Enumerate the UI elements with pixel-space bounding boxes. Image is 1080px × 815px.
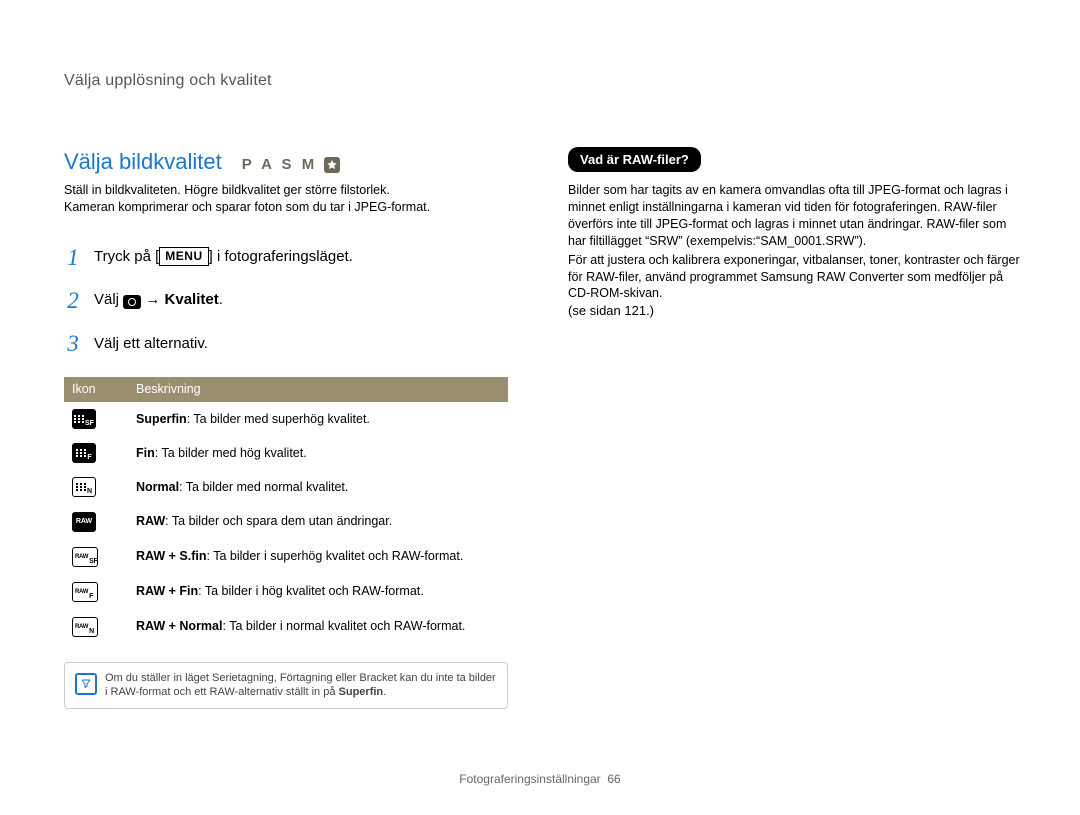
step-3: 3 Välj ett alternativ. [64, 322, 508, 365]
quality-icon: RAWN [72, 617, 98, 637]
page-footer: Fotograferingsinställningar 66 [0, 771, 1080, 787]
raw-info-heading: Vad är RAW-filer? [568, 147, 701, 173]
table-row: RAWSFRAW + S.fin: Ta bilder i superhög k… [64, 539, 508, 574]
quality-icon: RAWSF [72, 547, 98, 567]
table-row: SFSuperfin: Ta bilder med superhög kvali… [64, 402, 508, 436]
table-row: RAWRAW: Ta bilder och spara dem utan änd… [64, 504, 508, 539]
intro-text: Ställ in bildkvaliteten. Högre bildkvali… [64, 182, 508, 216]
quality-icon: F [72, 443, 96, 463]
quality-table: Ikon Beskrivning SFSuperfin: Ta bilder m… [64, 377, 508, 643]
mode-indicator: P A S M [242, 155, 341, 175]
camera-icon [123, 295, 141, 309]
quality-icon: RAW [72, 512, 96, 532]
raw-info-p3: (se sidan 121.) [568, 302, 1022, 320]
menu-button-label: MENU [159, 247, 208, 265]
raw-info-p2: För att justera och kalibrera exponering… [568, 252, 1022, 303]
table-row: NNormal: Ta bilder med normal kvalitet. [64, 470, 508, 504]
quality-icon: RAWF [72, 582, 98, 602]
th-icon: Ikon [64, 377, 128, 402]
table-row: RAWFRAW + Fin: Ta bilder i hög kvalitet … [64, 574, 508, 609]
step-1: 1 Tryck på [MENU] i fotograferingsläget. [64, 236, 508, 279]
breadcrumb: Välja upplösning och kvalitet [64, 70, 1022, 92]
note-box: Om du ställer in läget Serietagning, För… [64, 662, 508, 710]
th-desc: Beskrivning [128, 377, 508, 402]
quality-icon: SF [72, 409, 96, 429]
note-icon [75, 673, 97, 695]
star-icon [324, 157, 340, 173]
page-title: Välja bildkvalitet [64, 147, 222, 177]
step-2: 2 Välj → Kvalitet. [64, 279, 508, 322]
table-row: RAWNRAW + Normal: Ta bilder i normal kva… [64, 609, 508, 644]
raw-info-p1: Bilder som har tagits av en kamera omvan… [568, 182, 1022, 250]
quality-icon: N [72, 477, 96, 497]
table-row: FFin: Ta bilder med hög kvalitet. [64, 436, 508, 470]
